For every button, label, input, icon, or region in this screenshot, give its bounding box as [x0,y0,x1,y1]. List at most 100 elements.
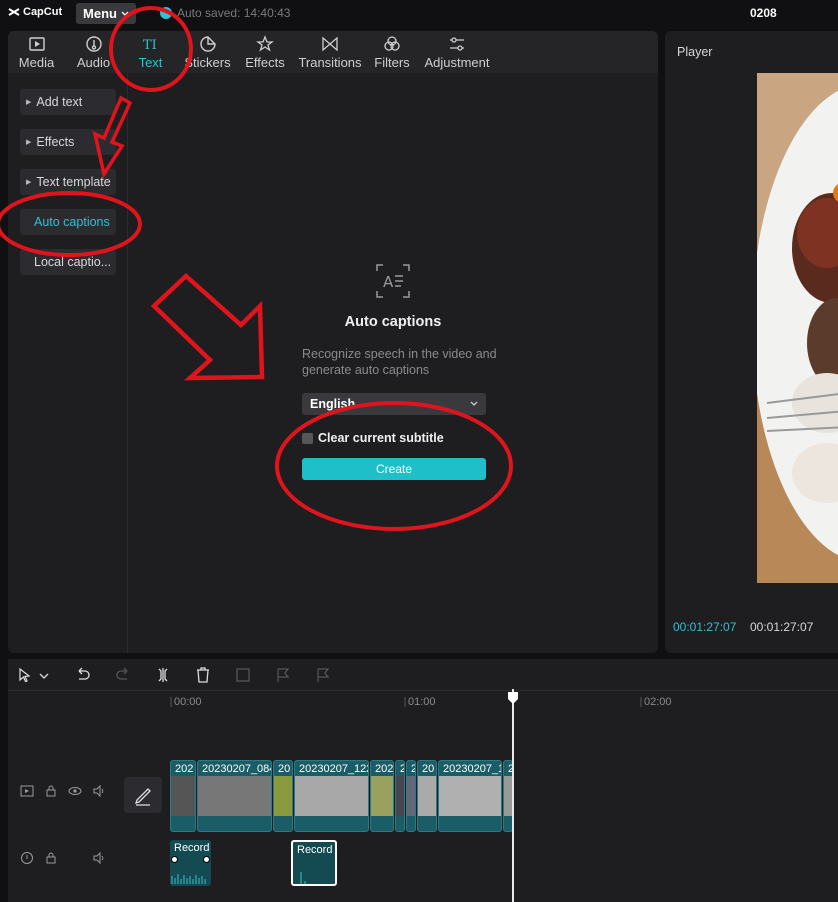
marker-icon[interactable] [314,666,332,684]
sidebar-item-label: Add text [36,95,83,109]
capcut-logo-icon [8,8,20,16]
clip-thumbnails [171,776,512,816]
tab-stickers[interactable]: Stickers [179,31,236,73]
speaker-icon[interactable] [92,784,106,798]
title-bar: CapCut Menu Auto saved: 14:40:43 0208 [0,0,838,28]
clip-label: 2 [411,763,415,775]
tab-label: Stickers [184,55,231,70]
playhead-handle[interactable] [507,691,519,705]
filters-icon [384,36,400,51]
menu-button[interactable]: Menu [76,3,136,24]
tab-filters[interactable]: Filters [366,31,418,73]
adjustment-icon [450,37,464,51]
eye-icon[interactable] [68,784,82,798]
app-logo-text: CapCut [23,6,63,18]
sidebar-item-effects[interactable]: ▶ Effects [20,129,116,155]
clip-label: 20230207_084 [202,763,272,775]
lock-icon[interactable] [44,784,58,798]
time-ruler[interactable]: 00:00 01:00 02:00 [118,691,838,721]
audio-clip[interactable]: Record [170,840,211,886]
autosave-status: Auto saved: 14:40:43 [160,6,290,20]
marker-icon[interactable] [274,666,292,684]
language-value: English [310,397,356,411]
app-logo: CapCut [8,6,62,18]
current-time: 00:01:27:07 [673,620,737,634]
player-panel: Player 00:01:27:07 00:01:27:07 [665,31,838,653]
tab-bar: Media Audio TI Text Stickers Effects Tra… [8,31,658,73]
create-button[interactable]: Create [302,458,486,480]
redo-icon[interactable] [114,666,132,684]
menu-label: Menu [83,6,117,21]
tab-label: Filters [374,55,410,70]
split-icon[interactable] [154,666,172,684]
clip-label: 20230207_122 [299,763,369,775]
speaker-icon[interactable] [92,851,106,865]
auto-captions-panel: A Auto captions Recognize speech in the … [128,73,658,653]
video-preview[interactable] [757,73,838,583]
playhead[interactable] [512,689,514,902]
sidebar-item-add-text[interactable]: ▶ Add text [20,89,116,115]
pencil-icon [134,788,151,806]
sidebar-item-label: Auto captions [34,215,110,229]
clip-label: 20230207_1 [443,763,502,775]
audio-track-icon [21,852,33,864]
player-title: Player [677,45,713,59]
tab-transitions[interactable]: Transitions [294,31,366,73]
stickers-icon [199,36,216,52]
tab-label: Media [18,55,55,70]
auto-captions-description: Recognize speech in the video and genera… [302,347,497,377]
chevron-down-icon [121,11,129,16]
video-track: 202 20230207_084 20 20230207_122 202 2 2… [170,760,514,832]
waveform [300,872,306,884]
delete-icon[interactable] [194,666,212,684]
undo-icon[interactable] [74,666,92,684]
clip-label: 202 [175,763,194,775]
effects-icon [256,35,274,52]
timeline-panel: 00:00 01:00 02:00 202 20230207_084 20 20… [8,659,838,902]
expand-triangle-icon: ▶ [26,99,32,106]
clear-subtitle-checkbox[interactable] [302,432,313,444]
tab-label: Audio [76,55,111,70]
sidebar-item-local-captions[interactable]: Local captio... [20,249,116,275]
total-time: 00:01:27:07 [750,620,814,634]
timeline-toolbar [8,659,838,691]
clear-subtitle-option[interactable]: Clear current subtitle [302,431,444,445]
video-track-header [8,769,118,813]
cloud-sync-icon [160,7,172,19]
chevron-down-icon[interactable] [38,666,50,684]
tab-text[interactable]: TI Text [122,31,179,73]
video-frame-image [757,73,838,583]
auto-captions-title: Auto captions [344,314,442,330]
svg-text:TI: TI [143,38,157,53]
tab-media[interactable]: Media [8,31,65,73]
autosave-text: Auto saved: 14:40:43 [177,6,291,20]
sidebar-item-auto-captions[interactable]: Auto captions [20,209,116,235]
clip-label: 202 [375,763,394,775]
project-name: 0208 [750,6,777,20]
sidebar-item-label: Local captio... [34,255,112,269]
lock-icon[interactable] [44,851,58,865]
audio-clip-selected[interactable]: Record [291,840,337,886]
clip-label: Record [174,842,210,854]
sidebar-item-label: Effects [36,135,75,149]
freeze-icon[interactable] [234,666,252,684]
expand-triangle-icon: ▶ [26,139,32,146]
text-icon: TI [143,38,157,53]
waveform [171,874,206,884]
sidebar-item-text-template[interactable]: ▶ Text template [20,169,116,195]
audio-track-header [8,836,118,880]
tab-effects[interactable]: Effects [236,31,294,73]
edit-cover-button[interactable] [124,777,162,813]
trim-handle[interactable] [171,856,178,863]
svg-text:A: A [383,273,394,291]
media-icon [28,37,45,51]
video-track-icon [20,785,34,797]
transitions-icon [322,36,338,52]
tab-adjustment[interactable]: Adjustment [418,31,496,73]
trim-handle[interactable] [203,856,210,863]
select-cursor-icon[interactable] [16,666,34,684]
tab-audio[interactable]: Audio [65,31,122,73]
clip-label: 2 [400,763,404,775]
language-select[interactable]: English [302,393,486,415]
